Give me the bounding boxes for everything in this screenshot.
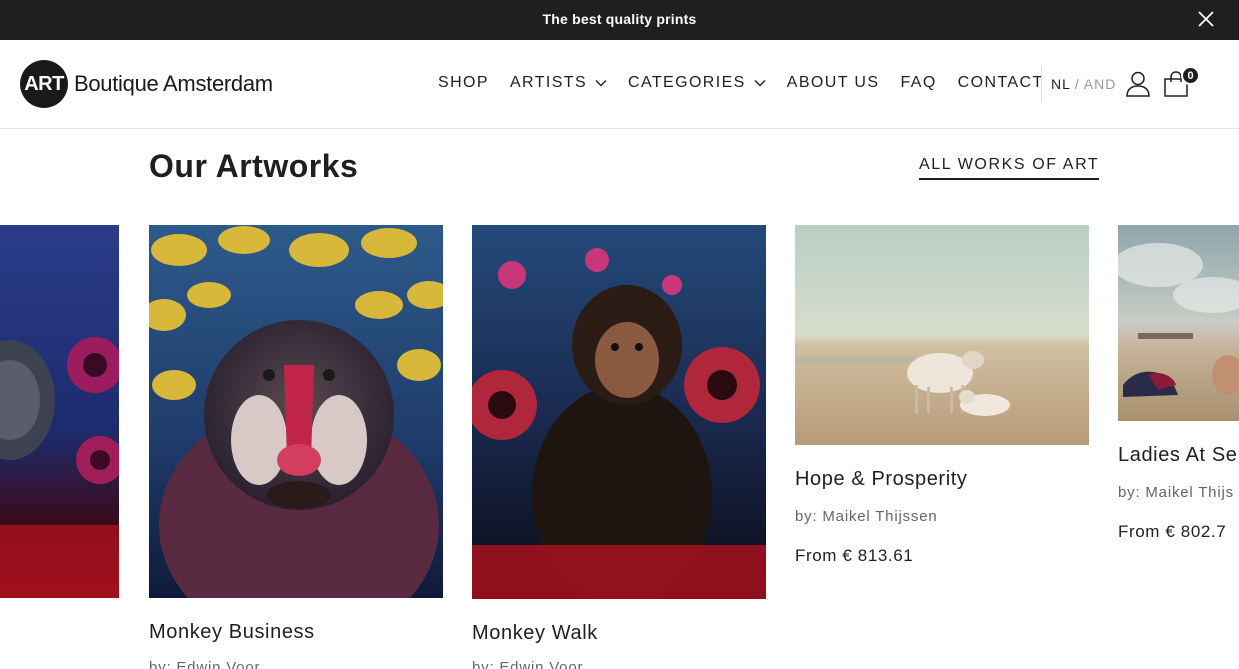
artwork-artist: by: Edwin Voor (472, 659, 584, 669)
artwork-title[interactable]: Ladies At Se (1118, 444, 1238, 467)
nav-artists-label: ARTISTS (509, 74, 588, 91)
artwork-title[interactable]: Hope & Prosperity (795, 468, 968, 491)
nav-faq-label: FAQ (900, 74, 937, 91)
close-icon[interactable] (1197, 10, 1215, 28)
lang-nl[interactable]: NL (1051, 76, 1071, 92)
lang-en[interactable]: AND (1084, 76, 1117, 92)
artwork-card[interactable]: Monkey Business by: Edwin Voor (149, 225, 443, 669)
nav-contact-label: CONTACT (957, 74, 1044, 91)
all-works-link[interactable]: ALL WORKS OF ART (919, 156, 1100, 180)
artwork-title[interactable]: Monkey Walk (472, 622, 598, 645)
artwork-artist: by: Maikel Thijssen (795, 508, 938, 525)
nav-shop-label: SHOP (438, 74, 489, 91)
main-nav: SHOP ARTISTS CATEGORIES ABOUT US FAQ CON… (438, 74, 1044, 92)
logo[interactable]: ART Boutique Amsterdam (20, 60, 273, 108)
artwork-artist: by: Edwin Voor (149, 659, 261, 669)
nav-artists[interactable]: ARTISTS (510, 74, 607, 92)
artwork-card-partial-left[interactable] (0, 225, 119, 598)
artwork-image (472, 225, 766, 599)
section-title: Our Artworks (149, 148, 359, 184)
artwork-price: From € 802.7 (1118, 522, 1227, 541)
artwork-card[interactable]: Monkey Walk by: Edwin Voor (472, 225, 766, 669)
chevron-down-icon (754, 80, 766, 87)
language-switcher: NL / AND (1041, 66, 1116, 102)
nav-categories[interactable]: CATEGORIES (628, 74, 766, 92)
artwork-artist: by: Maikel Thijs (1118, 484, 1234, 501)
nav-contact[interactable]: CONTACT (958, 74, 1044, 92)
logo-name: Boutique Amsterdam (74, 71, 273, 96)
artwork-card[interactable]: Hope & Prosperity by: Maikel Thijssen Fr… (795, 225, 1089, 585)
artwork-price: From € 813.61 (795, 546, 914, 565)
chevron-down-icon (595, 80, 607, 87)
nav-about-label: ABOUT US (786, 74, 880, 91)
site-header: ART Boutique Amsterdam SHOP ARTISTS CATE… (0, 40, 1239, 129)
cart-count-badge: 0 (1181, 66, 1200, 85)
logo-badge: ART (20, 60, 68, 108)
artwork-image (0, 225, 119, 598)
artwork-card-partial-right[interactable]: Ladies At Se by: Maikel Thijs From € 802… (1118, 225, 1239, 555)
nav-about[interactable]: ABOUT US (787, 74, 880, 92)
nav-faq[interactable]: FAQ (900, 74, 936, 92)
nav-categories-label: CATEGORIES (628, 74, 746, 91)
artwork-image (795, 225, 1089, 445)
lang-separator: / (1074, 76, 1080, 92)
artwork-image (149, 225, 443, 598)
announcement-text: The best quality prints (542, 11, 697, 27)
artwork-title[interactable]: Monkey Business (149, 621, 315, 644)
user-icon[interactable] (1125, 70, 1151, 98)
nav-shop[interactable]: SHOP (438, 74, 489, 92)
announcement-bar: The best quality prints (0, 0, 1239, 40)
artwork-image (1118, 225, 1239, 421)
